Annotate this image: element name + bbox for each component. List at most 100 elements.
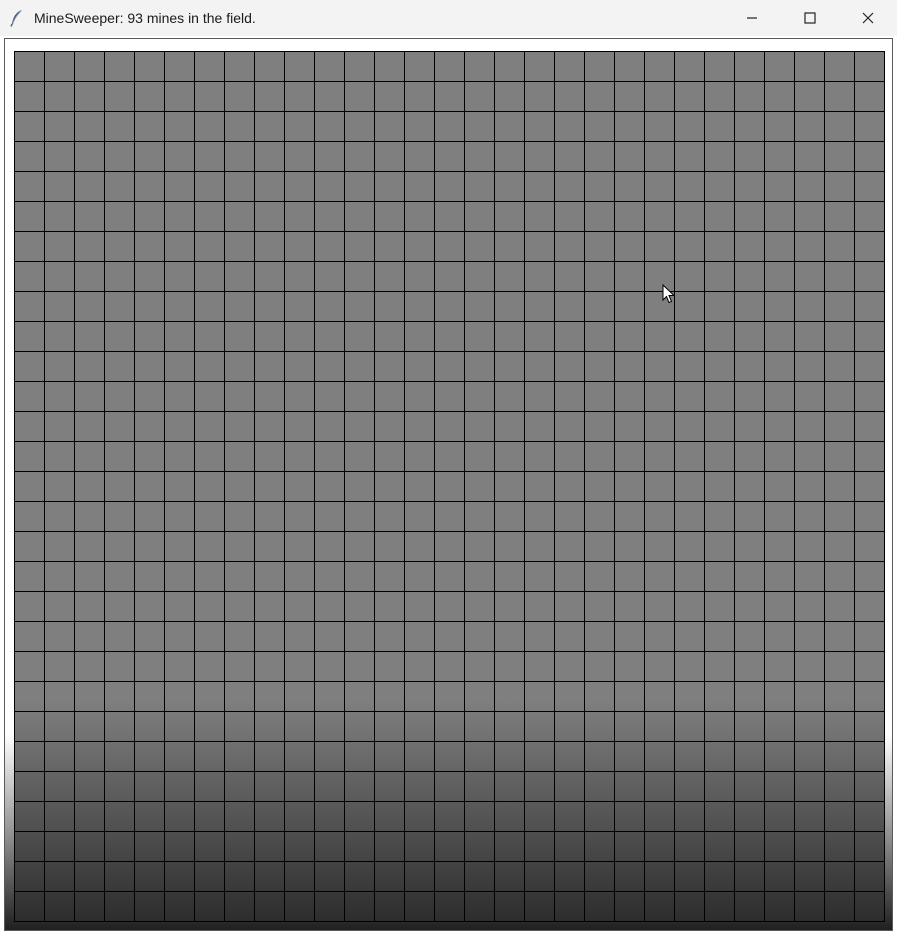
hidden-cell[interactable] (465, 862, 494, 891)
hidden-cell[interactable] (375, 592, 404, 621)
hidden-cell[interactable] (615, 862, 644, 891)
hidden-cell[interactable] (135, 832, 164, 861)
hidden-cell[interactable] (855, 112, 884, 141)
hidden-cell[interactable] (165, 862, 194, 891)
hidden-cell[interactable] (195, 142, 224, 171)
hidden-cell[interactable] (675, 622, 704, 651)
hidden-cell[interactable] (405, 712, 434, 741)
hidden-cell[interactable] (435, 412, 464, 441)
hidden-cell[interactable] (285, 772, 314, 801)
hidden-cell[interactable] (855, 892, 884, 921)
hidden-cell[interactable] (735, 142, 764, 171)
hidden-cell[interactable] (675, 322, 704, 351)
hidden-cell[interactable] (795, 832, 824, 861)
hidden-cell[interactable] (375, 802, 404, 831)
hidden-cell[interactable] (285, 712, 314, 741)
hidden-cell[interactable] (735, 472, 764, 501)
hidden-cell[interactable] (45, 412, 74, 441)
hidden-cell[interactable] (75, 292, 104, 321)
hidden-cell[interactable] (795, 82, 824, 111)
hidden-cell[interactable] (75, 772, 104, 801)
hidden-cell[interactable] (345, 772, 374, 801)
hidden-cell[interactable] (105, 592, 134, 621)
hidden-cell[interactable] (195, 472, 224, 501)
hidden-cell[interactable] (105, 742, 134, 771)
hidden-cell[interactable] (15, 892, 44, 921)
hidden-cell[interactable] (765, 292, 794, 321)
hidden-cell[interactable] (855, 352, 884, 381)
hidden-cell[interactable] (75, 322, 104, 351)
hidden-cell[interactable] (735, 322, 764, 351)
hidden-cell[interactable] (555, 682, 584, 711)
hidden-cell[interactable] (645, 442, 674, 471)
hidden-cell[interactable] (255, 772, 284, 801)
hidden-cell[interactable] (315, 712, 344, 741)
hidden-cell[interactable] (615, 532, 644, 561)
hidden-cell[interactable] (15, 832, 44, 861)
hidden-cell[interactable] (405, 532, 434, 561)
hidden-cell[interactable] (435, 442, 464, 471)
hidden-cell[interactable] (525, 892, 554, 921)
hidden-cell[interactable] (225, 232, 254, 261)
hidden-cell[interactable] (315, 202, 344, 231)
hidden-cell[interactable] (795, 352, 824, 381)
hidden-cell[interactable] (705, 832, 734, 861)
hidden-cell[interactable] (195, 682, 224, 711)
hidden-cell[interactable] (135, 232, 164, 261)
hidden-cell[interactable] (315, 892, 344, 921)
hidden-cell[interactable] (855, 502, 884, 531)
hidden-cell[interactable] (15, 142, 44, 171)
hidden-cell[interactable] (435, 742, 464, 771)
hidden-cell[interactable] (435, 892, 464, 921)
hidden-cell[interactable] (825, 532, 854, 561)
hidden-cell[interactable] (375, 892, 404, 921)
hidden-cell[interactable] (585, 352, 614, 381)
hidden-cell[interactable] (285, 112, 314, 141)
hidden-cell[interactable] (105, 652, 134, 681)
hidden-cell[interactable] (555, 832, 584, 861)
hidden-cell[interactable] (375, 862, 404, 891)
hidden-cell[interactable] (645, 52, 674, 81)
hidden-cell[interactable] (735, 232, 764, 261)
hidden-cell[interactable] (45, 352, 74, 381)
hidden-cell[interactable] (555, 562, 584, 591)
hidden-cell[interactable] (675, 592, 704, 621)
hidden-cell[interactable] (105, 532, 134, 561)
hidden-cell[interactable] (225, 172, 254, 201)
hidden-cell[interactable] (15, 772, 44, 801)
hidden-cell[interactable] (705, 112, 734, 141)
hidden-cell[interactable] (615, 262, 644, 291)
hidden-cell[interactable] (495, 712, 524, 741)
hidden-cell[interactable] (765, 382, 794, 411)
hidden-cell[interactable] (315, 832, 344, 861)
hidden-cell[interactable] (105, 412, 134, 441)
hidden-cell[interactable] (225, 442, 254, 471)
hidden-cell[interactable] (555, 262, 584, 291)
hidden-cell[interactable] (135, 142, 164, 171)
hidden-cell[interactable] (255, 382, 284, 411)
hidden-cell[interactable] (75, 412, 104, 441)
hidden-cell[interactable] (45, 112, 74, 141)
hidden-cell[interactable] (45, 892, 74, 921)
hidden-cell[interactable] (255, 622, 284, 651)
hidden-cell[interactable] (315, 82, 344, 111)
hidden-cell[interactable] (465, 202, 494, 231)
hidden-cell[interactable] (765, 712, 794, 741)
hidden-cell[interactable] (45, 502, 74, 531)
hidden-cell[interactable] (15, 742, 44, 771)
hidden-cell[interactable] (15, 622, 44, 651)
hidden-cell[interactable] (255, 442, 284, 471)
hidden-cell[interactable] (405, 52, 434, 81)
hidden-cell[interactable] (495, 82, 524, 111)
hidden-cell[interactable] (675, 772, 704, 801)
hidden-cell[interactable] (255, 502, 284, 531)
hidden-cell[interactable] (675, 232, 704, 261)
hidden-cell[interactable] (315, 262, 344, 291)
hidden-cell[interactable] (45, 622, 74, 651)
hidden-cell[interactable] (855, 412, 884, 441)
hidden-cell[interactable] (645, 682, 674, 711)
hidden-cell[interactable] (675, 52, 704, 81)
hidden-cell[interactable] (795, 502, 824, 531)
hidden-cell[interactable] (165, 202, 194, 231)
hidden-cell[interactable] (645, 352, 674, 381)
